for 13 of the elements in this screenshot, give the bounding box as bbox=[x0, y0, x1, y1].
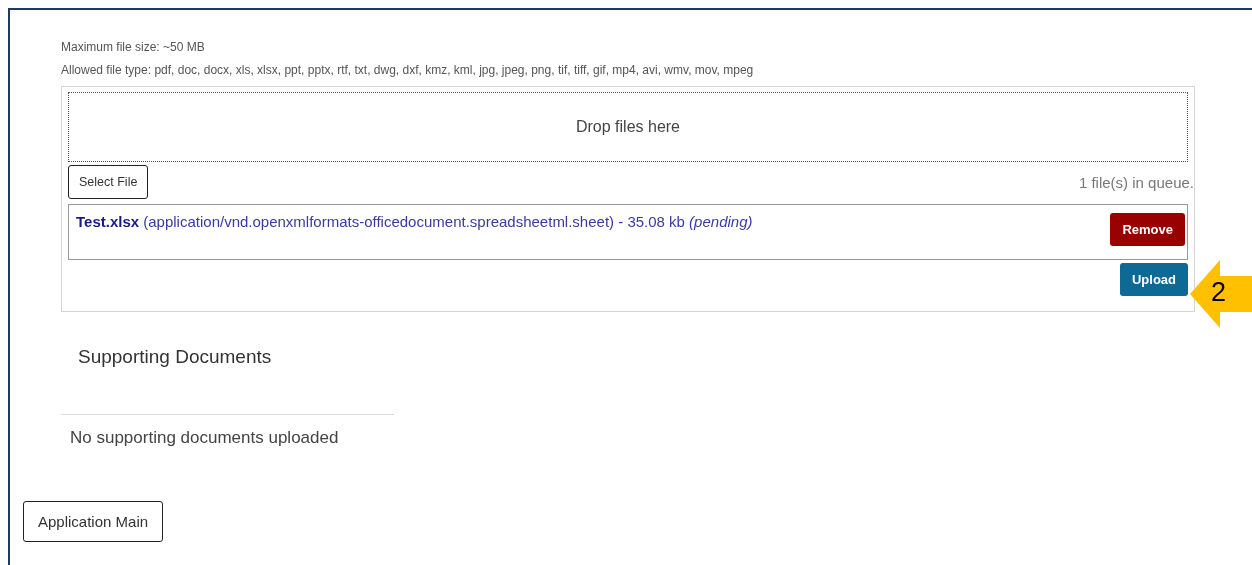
section-title: Supporting Documents bbox=[78, 346, 273, 368]
drop-zone[interactable]: Drop files here bbox=[68, 92, 1188, 162]
callout-label: 2 bbox=[1211, 276, 1227, 308]
queue-count: 1 file(s) in queue. bbox=[1078, 173, 1194, 191]
select-file-button[interactable]: Select File bbox=[68, 165, 149, 199]
remove-button[interactable]: Remove bbox=[1110, 213, 1185, 246]
allowed-types-note: Allowed file type: pdf, doc, docx, xls, xlsx, ppt, pptx, rtf, txt, dwg, dxf, kmz, kml, jpg, jpeg, png, tif, tiff, gif, mp4, avi, wmv, mov, mpeg bbox=[61, 62, 755, 79]
callout-arrow-icon bbox=[1190, 260, 1252, 328]
application-main-button[interactable]: Application Main bbox=[23, 501, 164, 542]
upload-button[interactable]: Upload bbox=[1119, 263, 1188, 296]
max-size-note: Maximum file size: ~50 MB bbox=[61, 39, 206, 56]
empty-message: No supporting documents uploaded bbox=[70, 428, 340, 448]
file-details: Test.xlsx (application/vnd.openxmlformats-officedocument.spreadsheetml.sheet) - 35.08 kb (pending) bbox=[76, 213, 753, 230]
